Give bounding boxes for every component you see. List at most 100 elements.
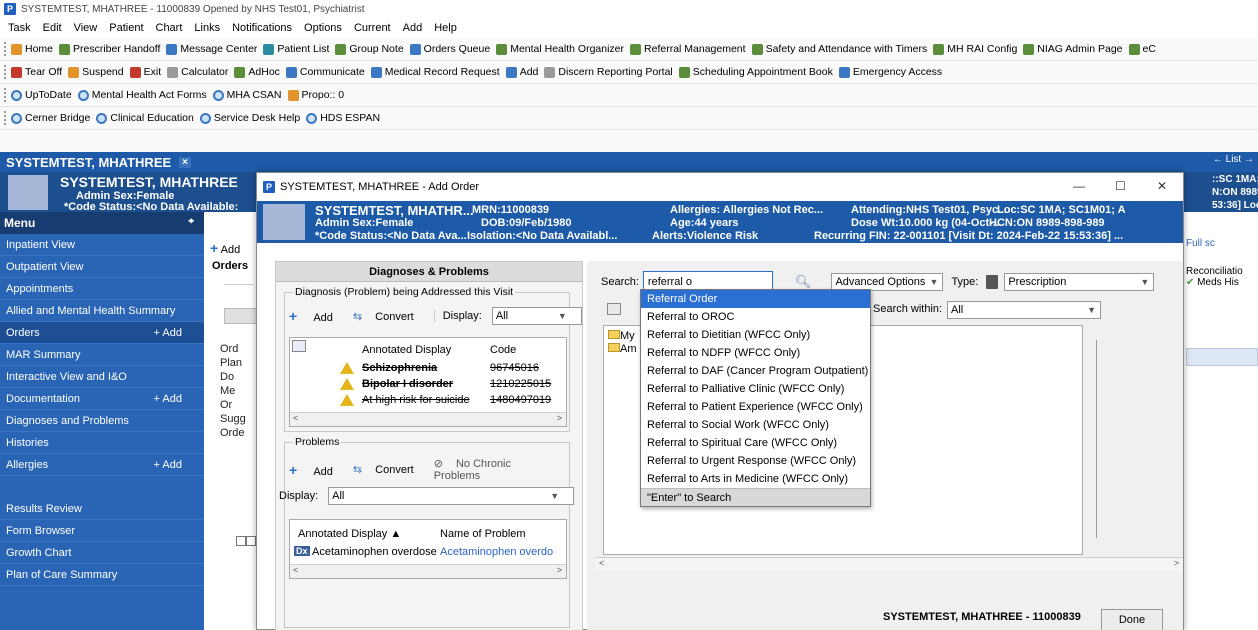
toolbar1-orders-queue[interactable]: Orders Queue xyxy=(409,43,490,55)
nav-item-form-browser[interactable]: Form Browser xyxy=(0,520,204,542)
nav-item-results-review[interactable]: Results Review xyxy=(0,498,204,520)
nav-item-diagnoses-and-problems[interactable]: Diagnoses and Problems xyxy=(0,410,204,432)
folder-my[interactable]: My xyxy=(608,330,635,342)
nav-item-histories[interactable]: Histories xyxy=(0,432,204,454)
toolbar1-ec[interactable]: eC xyxy=(1128,43,1156,55)
suggestion-item[interactable]: Referral to Palliative Clinic (WFCC Only… xyxy=(641,380,870,398)
toolbar1-home[interactable]: Home xyxy=(11,43,53,55)
patient-tab-name[interactable]: SYSTEMTEST, MHATHREE xyxy=(6,155,171,170)
toolbar4-hds-espan[interactable]: HDS ESPAN xyxy=(306,112,380,124)
diagnosis-name[interactable]: Schizophrenia xyxy=(362,362,437,374)
diagnosis-convert-button[interactable]: ⇆ Convert xyxy=(353,310,424,323)
pin-icon[interactable]: ⌖ xyxy=(188,216,194,227)
suggestion-item[interactable]: Referral to Social Work (WFCC Only) xyxy=(641,416,870,434)
toolbar1-prescriber-handoff[interactable]: Prescriber Handoff xyxy=(59,43,160,55)
problem-name-link[interactable]: Acetaminophen overdo xyxy=(440,546,553,558)
minimize-button[interactable]: — xyxy=(1073,179,1085,193)
problem-add-button[interactable]: + Add xyxy=(289,462,343,478)
toolbar2-scheduling-appointment-book[interactable]: Scheduling Appointment Book xyxy=(678,66,833,78)
col-annotated-display-sorted[interactable]: Annotated Display ▲ xyxy=(298,528,401,540)
done-button[interactable]: Done xyxy=(1101,609,1163,630)
toolbar2-communicate[interactable]: Communicate xyxy=(285,66,365,78)
col-code[interactable]: Code xyxy=(490,344,516,356)
results-hscroll[interactable]: < > xyxy=(595,557,1183,571)
folder-am[interactable]: Am xyxy=(608,343,637,355)
toolbar2-medical-record-request[interactable]: Medical Record Request xyxy=(370,66,500,78)
diagnosis-hscroll[interactable]: < > xyxy=(290,412,566,426)
patient-tab-close-icon[interactable]: × xyxy=(179,156,192,168)
toolbar1-mh-rai-config[interactable]: MH RAI Config xyxy=(933,43,1017,55)
nav-item-plan-of-care-summary[interactable]: Plan of Care Summary xyxy=(0,564,204,586)
suggestion-footer[interactable]: "Enter" to Search xyxy=(641,488,870,506)
nav-add-button[interactable]: + Add xyxy=(154,459,182,471)
suggestion-item[interactable]: Referral to OROC xyxy=(641,308,870,326)
nav-add-button[interactable]: + Add xyxy=(154,327,182,339)
toolbar4-cerner-bridge[interactable]: Cerner Bridge xyxy=(11,112,90,124)
suggestion-item[interactable]: Referral to Urgent Response (WFCC Only) xyxy=(641,452,870,470)
suggestion-item[interactable]: Referral to DAF (Cancer Program Outpatie… xyxy=(641,362,870,380)
toolbar2-emergency-access[interactable]: Emergency Access xyxy=(838,66,942,78)
toolbar3-mental-health-act-forms[interactable]: Mental Health Act Forms xyxy=(77,89,207,101)
toolbar1-safety-and-attendance-with-timers[interactable]: Safety and Attendance with Timers xyxy=(751,43,927,55)
order-checkbox[interactable] xyxy=(236,536,246,546)
dlg-allergies[interactable]: Allergies: Allergies Not Rec... xyxy=(670,204,823,216)
diagnosis-add-button[interactable]: + Add xyxy=(289,308,343,324)
toolbar-grip[interactable] xyxy=(4,88,7,102)
display-select[interactable]: All ▼ xyxy=(491,307,582,325)
toolbar3-mha-csan[interactable]: MHA CSAN xyxy=(212,89,282,101)
toolbar2-suspend[interactable]: Suspend xyxy=(68,66,124,78)
menu-notifications[interactable]: Notifications xyxy=(232,22,292,34)
toolbar3-uptodate[interactable]: UpToDate xyxy=(11,89,72,101)
suggestion-item[interactable]: Referral to Arts in Medicine (WFCC Only) xyxy=(641,470,870,488)
nav-item-growth-chart[interactable]: Growth Chart xyxy=(0,542,204,564)
edit-annotation-icon[interactable] xyxy=(292,340,306,352)
menu-options[interactable]: Options xyxy=(304,22,342,34)
toolbar1-mental-health-organizer[interactable]: Mental Health Organizer xyxy=(496,43,624,55)
menu-add[interactable]: Add xyxy=(403,22,423,34)
type-select[interactable]: Prescription ▼ xyxy=(1004,273,1155,291)
no-chronic-problems-button[interactable]: ⊘ No Chronic Problems xyxy=(434,457,559,482)
nav-item-orders[interactable]: Orders + Add xyxy=(0,322,204,344)
search-icon[interactable]: 🔍︎ xyxy=(795,274,812,290)
toolbar2-add[interactable]: Add xyxy=(505,66,538,78)
toolbar4-clinical-education[interactable]: Clinical Education xyxy=(96,112,194,124)
nav-item-documentation[interactable]: Documentation + Add xyxy=(0,388,204,410)
nav-item-appointments[interactable]: Appointments xyxy=(0,278,204,300)
toolbar2-adhoc[interactable]: AdHoc xyxy=(234,66,280,78)
problems-hscroll[interactable]: < > xyxy=(290,564,566,578)
suggestion-item[interactable]: Referral to Spiritual Care (WFCC Only) xyxy=(641,434,870,452)
suggestion-item[interactable]: Referral to Dietitian (WFCC Only) xyxy=(641,326,870,344)
suggestion-item[interactable]: Referral Order xyxy=(641,290,870,308)
toolbar3-propo-0[interactable]: Propo:: 0 xyxy=(287,89,344,101)
nav-item-interactive-view-and-i-o[interactable]: Interactive View and I&O xyxy=(0,366,204,388)
menu-help[interactable]: Help xyxy=(434,22,457,34)
folder-up-icon[interactable] xyxy=(607,303,621,315)
diagnosis-name[interactable]: Bipolar I disorder xyxy=(362,378,453,390)
toolbar2-exit[interactable]: Exit xyxy=(129,66,161,78)
menu-view[interactable]: View xyxy=(74,22,98,34)
search-within-select[interactable]: All ▼ xyxy=(947,301,1101,319)
toolbar2-calculator[interactable]: Calculator xyxy=(167,66,228,78)
full-screen-link[interactable]: Full sc xyxy=(1186,234,1258,254)
maximize-button[interactable]: ☐ xyxy=(1115,179,1126,193)
nav-item-allergies[interactable]: Allergies + Add xyxy=(0,454,204,476)
toolbar1-message-center[interactable]: Message Center xyxy=(166,43,257,55)
order-checkbox[interactable] xyxy=(246,536,256,546)
menu-edit[interactable]: Edit xyxy=(43,22,62,34)
orders-tab[interactable]: Orders xyxy=(212,260,248,272)
toolbar1-referral-management[interactable]: Referral Management xyxy=(630,43,746,55)
menu-task[interactable]: Task xyxy=(8,22,31,34)
problem-convert-button[interactable]: ⇆ Convert xyxy=(353,463,424,476)
add-order-button[interactable]: + Add xyxy=(210,240,240,256)
display-select-2[interactable]: All ▼ xyxy=(328,487,575,505)
patient-list-nav[interactable]: ← List → xyxy=(1213,154,1254,165)
nav-item-mar-summary[interactable]: MAR Summary xyxy=(0,344,204,366)
diagnosis-name[interactable]: At high risk for suicide xyxy=(362,394,470,406)
nav-item-inpatient-view[interactable]: Inpatient View xyxy=(0,234,204,256)
toolbar1-niag-admin-page[interactable]: NIAG Admin Page xyxy=(1023,43,1123,55)
close-button[interactable]: ✕ xyxy=(1157,179,1167,193)
toolbar1-patient-list[interactable]: Patient List xyxy=(263,43,329,55)
col-name-of-problem[interactable]: Name of Problem xyxy=(440,528,526,540)
toolbar2-discern-reporting-portal[interactable]: Discern Reporting Portal xyxy=(544,66,673,78)
suggestion-item[interactable]: Referral to Patient Experience (WFCC Onl… xyxy=(641,398,870,416)
